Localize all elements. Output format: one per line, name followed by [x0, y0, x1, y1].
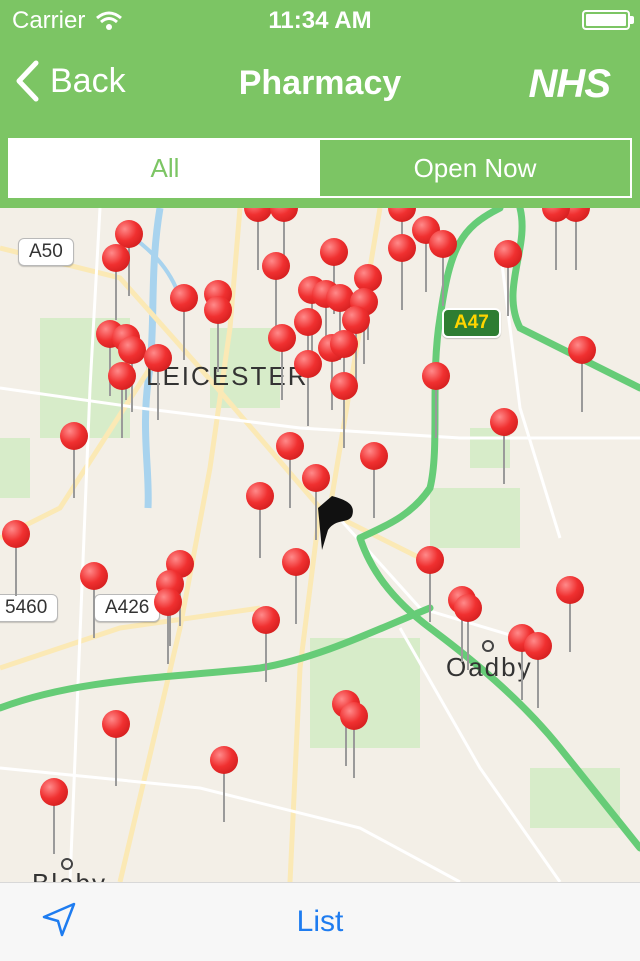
pharmacy-pin[interactable]: [80, 562, 108, 640]
pharmacy-pin[interactable]: [204, 296, 232, 374]
pharmacy-pin[interactable]: [108, 362, 136, 440]
pharmacy-pin[interactable]: [422, 362, 450, 440]
pharmacy-pin[interactable]: [494, 240, 522, 318]
pharmacy-pin[interactable]: [360, 442, 388, 520]
pharmacy-pin[interactable]: [340, 702, 368, 780]
pharmacy-pin[interactable]: [490, 408, 518, 486]
pharmacy-pin[interactable]: [210, 746, 238, 824]
segment-open-now[interactable]: Open Now: [320, 140, 630, 196]
pharmacy-pin[interactable]: [454, 594, 482, 672]
pharmacy-pin[interactable]: [40, 778, 68, 856]
pharmacy-pin[interactable]: [568, 336, 596, 414]
app-header: Carrier 11:34 AM Back Pharmacy NHS All O…: [0, 0, 640, 208]
segment-all[interactable]: All: [10, 140, 320, 196]
pharmacy-pin[interactable]: [542, 208, 570, 272]
filter-segmented-control: All Open Now: [8, 138, 632, 198]
pharmacy-pin[interactable]: [524, 632, 552, 710]
road-label-b5460: 5460: [0, 594, 59, 622]
pharmacy-pin[interactable]: [246, 482, 274, 560]
list-button[interactable]: List: [0, 905, 640, 939]
pharmacy-pin[interactable]: [416, 546, 444, 624]
nav-bar: Back Pharmacy NHS: [0, 40, 640, 128]
battery-icon: [582, 10, 634, 30]
pharmacy-pin[interactable]: [429, 230, 457, 308]
pharmacy-pin[interactable]: [102, 244, 130, 322]
road-label-a47: A47: [442, 308, 501, 338]
pharmacy-pin[interactable]: [252, 606, 280, 684]
pharmacy-map[interactable]: LEICESTER Oadby Blaby A50 A47 A426 5460: [0, 208, 640, 882]
pharmacy-pin[interactable]: [388, 234, 416, 312]
pharmacy-pin[interactable]: [302, 464, 330, 542]
status-bar: Carrier 11:34 AM: [0, 0, 640, 40]
pharmacy-pin[interactable]: [170, 284, 198, 362]
place-label-blaby: Blaby: [32, 868, 107, 882]
pharmacy-pin[interactable]: [556, 576, 584, 654]
pharmacy-pin[interactable]: [154, 588, 182, 666]
pharmacy-pin[interactable]: [2, 520, 30, 598]
pharmacy-pin[interactable]: [276, 432, 304, 510]
pharmacy-pin[interactable]: [60, 422, 88, 500]
pharmacy-pin[interactable]: [144, 344, 172, 422]
pharmacy-pin[interactable]: [330, 372, 358, 450]
pharmacy-pin[interactable]: [282, 548, 310, 626]
status-time: 11:34 AM: [268, 7, 372, 34]
pharmacy-pin[interactable]: [268, 324, 296, 402]
pharmacy-pin[interactable]: [262, 252, 290, 330]
road-label-a50: A50: [18, 238, 74, 266]
pharmacy-pin[interactable]: [102, 710, 130, 788]
nhs-logo: NHS: [528, 62, 611, 106]
bottom-toolbar: List: [0, 882, 640, 961]
